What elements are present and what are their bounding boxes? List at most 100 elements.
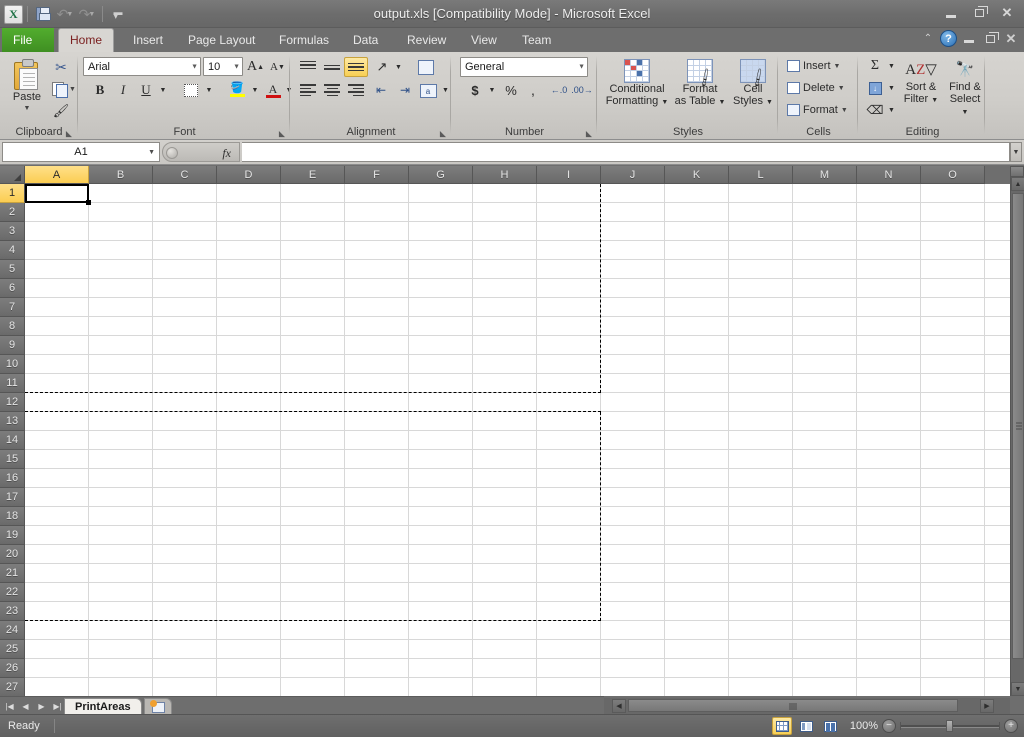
wrap-text-button[interactable] — [413, 56, 439, 78]
fill-dropdown[interactable]: ▼ — [886, 78, 897, 98]
column-header-a[interactable]: A — [25, 166, 89, 184]
zoom-level[interactable]: 100% — [844, 720, 878, 732]
column-header-k[interactable]: K — [665, 166, 729, 184]
accounting-format-button[interactable]: $ — [464, 80, 486, 100]
scroll-left-button[interactable]: ◀ — [612, 699, 626, 713]
next-sheet-button[interactable]: ▶ — [34, 699, 49, 713]
row-header-2[interactable]: 2 — [0, 203, 25, 222]
zoom-slider[interactable] — [900, 719, 1000, 733]
name-box[interactable]: A1 ▼ — [2, 142, 160, 162]
tab-insert[interactable]: Insert — [122, 28, 174, 52]
fill-handle[interactable] — [86, 200, 91, 205]
row-header-1[interactable]: 1 — [0, 184, 25, 203]
excel-logo-icon[interactable]: X — [4, 5, 23, 24]
row-header-13[interactable]: 13 — [0, 412, 25, 431]
clear-button[interactable]: ⌫ — [864, 100, 886, 120]
clipboard-dialog-launcher[interactable] — [64, 128, 74, 139]
formula-input[interactable] — [242, 142, 1010, 162]
paste-button[interactable]: Paste ▼ — [5, 56, 49, 116]
collapse-ribbon-icon[interactable]: ⌃ — [919, 30, 937, 47]
insert-cells-button[interactable]: Insert ▼ — [784, 58, 843, 74]
page-break-preview-button[interactable] — [820, 717, 840, 735]
row-header-23[interactable]: 23 — [0, 602, 25, 621]
tab-home[interactable]: Home — [58, 28, 114, 52]
vertical-split-handle[interactable] — [1010, 166, 1024, 177]
first-sheet-button[interactable]: |◀ — [2, 699, 17, 713]
minimize-button[interactable] — [938, 3, 964, 23]
format-as-table-button[interactable]: 🖌 Format as Table ▼ — [672, 56, 728, 110]
column-header-e[interactable]: E — [281, 166, 345, 184]
tab-view[interactable]: View — [460, 28, 508, 52]
borders-dropdown[interactable]: ▼ — [203, 80, 215, 100]
align-center-button[interactable] — [320, 80, 344, 100]
row-header-11[interactable]: 11 — [0, 374, 25, 393]
scroll-down-button[interactable]: ▼ — [1011, 682, 1024, 696]
row-header-22[interactable]: 22 — [0, 583, 25, 602]
orientation-button[interactable]: ↗ — [370, 57, 394, 77]
column-header-l[interactable]: L — [729, 166, 793, 184]
format-cells-button[interactable]: Format ▼ — [784, 102, 851, 118]
column-header-i[interactable]: I — [537, 166, 601, 184]
percent-format-button[interactable]: % — [500, 80, 522, 100]
zoom-in-button[interactable]: + — [1004, 719, 1018, 733]
conditional-formatting-button[interactable]: Conditional Formatting ▼ — [604, 56, 670, 110]
column-header-c[interactable]: C — [153, 166, 217, 184]
accounting-dropdown[interactable]: ▼ — [486, 80, 498, 100]
decrease-indent-button[interactable]: ⇤ — [369, 80, 393, 100]
scroll-up-button[interactable]: ▲ — [1011, 177, 1024, 191]
font-size-input[interactable]: 10 ▼ — [203, 57, 243, 76]
save-icon[interactable] — [32, 3, 54, 25]
row-header-3[interactable]: 3 — [0, 222, 25, 241]
fill-color-button[interactable]: 🪣 — [225, 80, 249, 100]
page-layout-view-button[interactable] — [796, 717, 816, 735]
comma-format-button[interactable]: , — [522, 80, 544, 100]
cell-styles-button[interactable]: 🖌 Cell Styles ▼ — [730, 56, 776, 110]
column-header-n[interactable]: N — [857, 166, 921, 184]
cut-button[interactable]: ✂ — [50, 57, 72, 77]
autosum-dropdown[interactable]: ▼ — [886, 56, 897, 76]
normal-view-button[interactable] — [772, 717, 792, 735]
row-header-19[interactable]: 19 — [0, 526, 25, 545]
column-header-g[interactable]: G — [409, 166, 473, 184]
number-dialog-launcher[interactable] — [584, 128, 594, 139]
clear-dropdown[interactable]: ▼ — [886, 100, 897, 120]
previous-sheet-button[interactable]: ◀ — [18, 699, 33, 713]
horizontal-scroll-thumb[interactable] — [628, 699, 958, 712]
row-header-15[interactable]: 15 — [0, 450, 25, 469]
zoom-out-button[interactable]: − — [882, 719, 896, 733]
insert-function-icon[interactable]: fx — [222, 146, 231, 161]
row-header-18[interactable]: 18 — [0, 507, 25, 526]
font-color-button[interactable]: A — [262, 80, 284, 100]
row-header-12[interactable]: 12 — [0, 393, 25, 412]
row-header-17[interactable]: 17 — [0, 488, 25, 507]
top-align-button[interactable] — [296, 57, 320, 77]
insert-worksheet-button[interactable] — [144, 698, 172, 715]
tab-formulas[interactable]: Formulas — [268, 28, 340, 52]
zoom-slider-thumb[interactable] — [946, 720, 953, 732]
row-header-26[interactable]: 26 — [0, 659, 25, 678]
chevron-down-icon[interactable]: ▼ — [148, 149, 155, 156]
font-name-input[interactable]: Arial ▼ — [83, 57, 201, 76]
help-icon[interactable]: ? — [940, 30, 957, 47]
expand-formula-bar-icon[interactable]: ▼ — [1010, 142, 1022, 162]
column-header-d[interactable]: D — [217, 166, 281, 184]
increase-decimal-button[interactable]: ←.0 — [548, 80, 570, 100]
scroll-right-button[interactable]: ▶ — [980, 699, 994, 713]
close-button[interactable]: ✕ — [994, 3, 1020, 23]
active-cell-a1[interactable] — [25, 184, 89, 203]
decrease-decimal-button[interactable]: .00→ — [570, 80, 594, 100]
row-header-6[interactable]: 6 — [0, 279, 25, 298]
alignment-dialog-launcher[interactable] — [438, 128, 448, 139]
bold-button[interactable]: B — [89, 80, 111, 100]
workbook-close-button[interactable]: ✕ — [1002, 30, 1020, 47]
number-format-select[interactable]: General ▼ — [460, 57, 588, 77]
horizontal-scrollbar[interactable]: ◀ ▶ — [604, 698, 1010, 714]
column-header-j[interactable]: J — [601, 166, 665, 184]
orientation-dropdown[interactable]: ▼ — [393, 57, 404, 77]
tab-page-layout[interactable]: Page Layout — [177, 28, 266, 52]
merge-center-button[interactable]: a — [415, 80, 441, 101]
borders-button[interactable] — [179, 80, 203, 100]
middle-align-button[interactable] — [320, 57, 344, 77]
row-header-27[interactable]: 27 — [0, 678, 25, 696]
fill-button[interactable]: ↓ — [864, 78, 886, 98]
